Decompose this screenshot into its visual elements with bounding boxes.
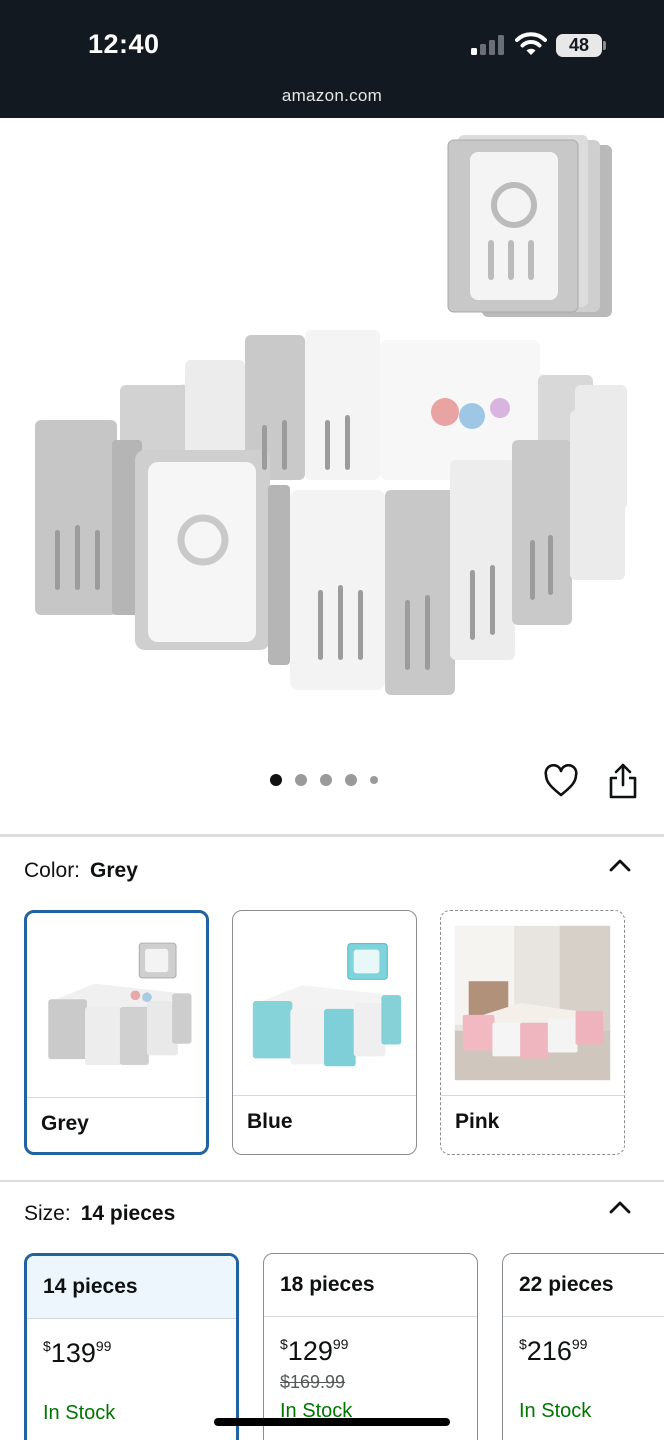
list-price: $169.99 (280, 1372, 346, 1392)
heart-icon[interactable] (543, 764, 579, 798)
battery-icon: 48 (556, 34, 602, 57)
share-icon[interactable] (607, 762, 639, 800)
size-option-18-pieces[interactable]: 18 pieces $12999 $169.99 In Stock (263, 1253, 478, 1440)
color-option-blue[interactable]: Blue (232, 910, 417, 1155)
color-option-pink[interactable]: Pink (440, 910, 625, 1155)
size-option-name: 22 pieces (519, 1273, 614, 1296)
blue-playpen-thumbnail (252, 943, 402, 1067)
color-option-name: Blue (247, 1110, 293, 1133)
pagination-dot[interactable] (270, 774, 282, 786)
playpen-illustration (35, 330, 627, 695)
stock-status: In Stock (519, 1400, 592, 1422)
color-label: Color: (24, 859, 81, 882)
size-option-name: 18 pieces (280, 1273, 375, 1296)
color-option-grey[interactable]: Grey (24, 910, 209, 1155)
pagination-dot[interactable] (295, 774, 307, 786)
image-pagination-dots[interactable] (270, 772, 378, 788)
chevron-up-icon[interactable] (608, 857, 632, 873)
section-divider (0, 834, 664, 837)
color-section-label: Color: Grey (24, 859, 138, 883)
price: $12999 (280, 1336, 349, 1366)
address-bar-url[interactable]: amazon.com (0, 86, 664, 106)
home-indicator[interactable] (214, 1418, 450, 1426)
color-option-name: Pink (455, 1110, 500, 1133)
size-option-name: 14 pieces (43, 1275, 138, 1298)
stock-status: In Stock (43, 1402, 116, 1424)
status-bar: 12:40 48 amazon.com (0, 0, 664, 118)
size-option-22-pieces[interactable]: 22 pieces $21699 In Stock (502, 1253, 664, 1440)
battery-nub (603, 41, 606, 50)
pagination-dot[interactable] (320, 774, 332, 786)
chevron-up-icon[interactable] (608, 1199, 632, 1215)
color-selected-value: Grey (90, 859, 138, 882)
folded-playpen-illustration (447, 135, 612, 317)
pagination-dot[interactable] (345, 774, 357, 786)
section-divider (0, 1180, 664, 1182)
pink-playpen-room-thumbnail (454, 925, 611, 1081)
product-image[interactable] (0, 118, 664, 758)
size-section-label: Size: 14 pieces (24, 1202, 175, 1226)
size-option-14-pieces[interactable]: 14 pieces $13999 In Stock (24, 1253, 239, 1440)
cellular-signal-icon (471, 35, 505, 55)
grey-playpen-thumbnail (48, 942, 192, 1065)
price: $13999 (43, 1338, 112, 1368)
size-label: Size: (24, 1202, 71, 1225)
price: $21699 (519, 1336, 588, 1366)
wifi-icon (515, 32, 547, 55)
size-selected-value: 14 pieces (80, 1202, 176, 1225)
color-option-name: Grey (41, 1112, 89, 1135)
pagination-dot[interactable] (370, 776, 378, 784)
status-time: 12:40 (88, 29, 160, 59)
